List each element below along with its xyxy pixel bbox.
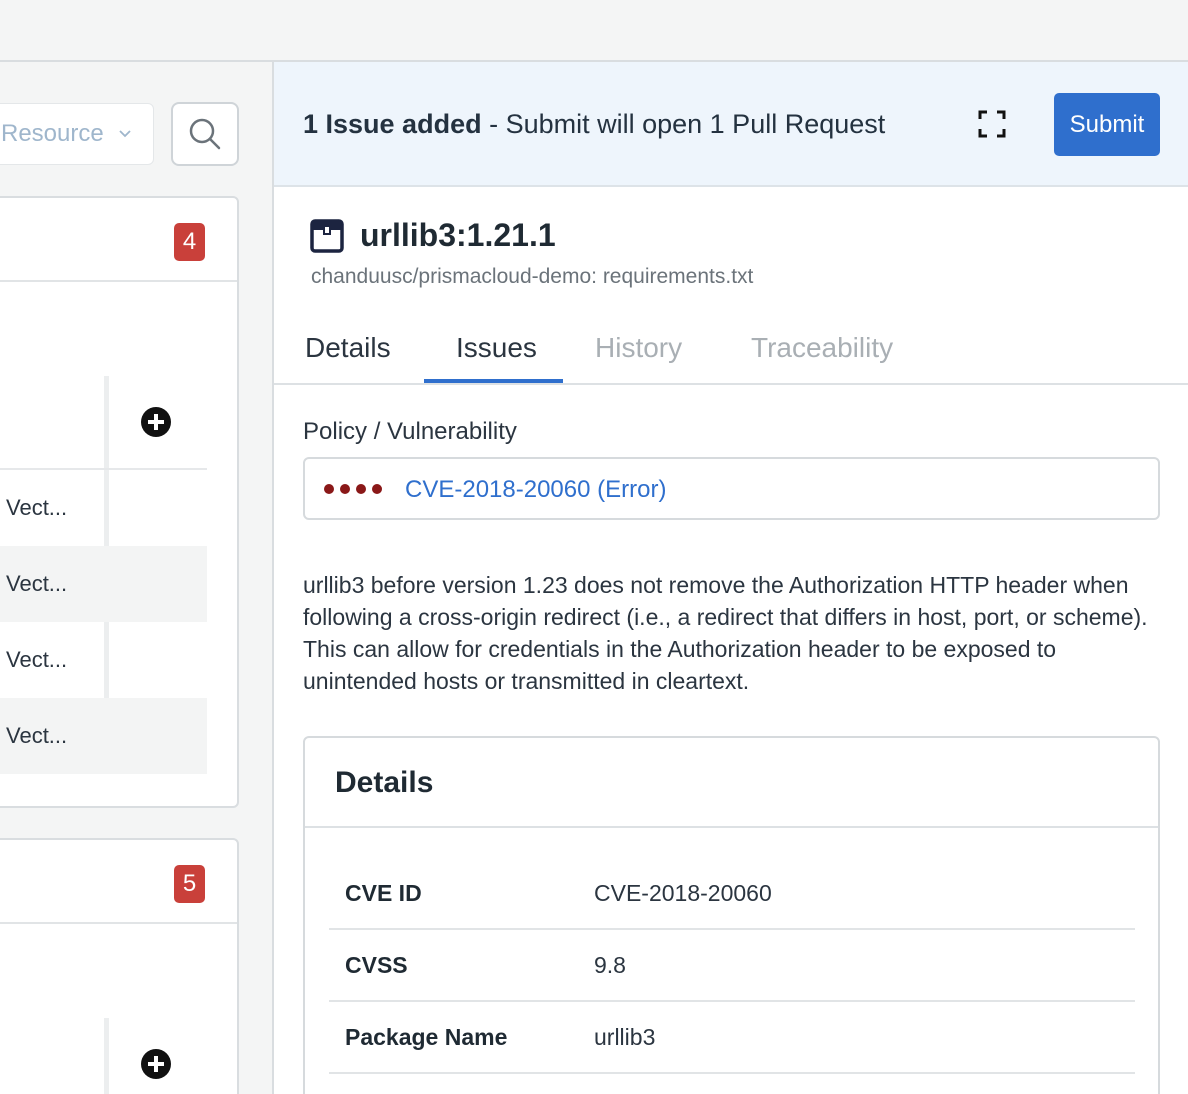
detail-key: CVE ID [345,880,422,906]
severity-dots-icon [324,484,382,494]
cve-link[interactable]: CVE-2018-20060 (Error) [405,476,666,504]
severity-dot [372,484,382,494]
card-header: 5 [0,840,237,924]
search-button[interactable] [171,102,239,166]
row-label: Vect... [6,571,68,596]
package-source: chanduusc/prismacloud-demo: requirements… [311,265,754,288]
fullscreen-icon[interactable] [978,110,1006,138]
banner-rest-text: - Submit will open 1 Pull Request [481,109,886,139]
package-title: urllib3:1.21.1 [360,217,556,253]
table-row[interactable]: Vect... [0,470,207,546]
package-icon [310,219,344,253]
table-row[interactable]: Vect... [0,546,207,622]
resource-filter-dropdown[interactable]: Resource [0,103,154,165]
submit-button[interactable]: Submit [1054,93,1160,156]
details-card-header: Details [305,738,1158,828]
left-panel: Resource 4 Vect... Vect... Vect... Vect.… [0,62,272,1094]
resource-card: 5 [0,838,239,1094]
detail-key: Package Name [345,1024,508,1050]
detail-value: 9.8 [594,952,626,978]
top-bar [0,0,1188,62]
severity-dot [340,484,350,494]
tab-history[interactable]: History [595,332,682,364]
policy-field-label: Policy / Vulnerability [303,418,517,445]
row-label: Vect... [6,647,68,672]
pull-request-banner: 1 Issue added - Submit will open 1 Pull … [274,62,1188,187]
severity-dot [324,484,334,494]
add-circle-icon[interactable] [140,406,172,438]
details-card: Details CVE ID CVE-2018-20060 CVSS 9.8 P… [303,736,1160,1094]
card-header: 4 [0,198,237,282]
issue-count-badge: 4 [174,223,205,261]
row-label: Vect... [6,495,68,520]
vulnerability-description: urllib3 before version 1.23 does not rem… [303,572,1148,694]
resource-card: 4 Vect... Vect... Vect... Vect... [0,196,239,808]
policy-selector[interactable]: CVE-2018-20060 (Error) [303,457,1160,520]
severity-dot [356,484,366,494]
tab-bar: Details Issues History Traceability [274,322,1188,385]
detail-row-cvss: CVSS 9.8 [329,930,1135,1002]
tab-traceability[interactable]: Traceability [751,332,893,364]
issue-count-text: 1 Issue added [303,109,482,139]
table-row[interactable]: Vect... [0,622,207,698]
chevron-down-icon [119,130,131,138]
issue-detail-panel: 1 Issue added - Submit will open 1 Pull … [272,62,1188,1094]
detail-row-package-name: Package Name urllib3 [329,1002,1135,1074]
search-icon [189,118,221,150]
resource-filter-label: Resource [1,120,104,147]
add-circle-icon[interactable] [140,1048,172,1080]
row-label: Vect... [6,723,68,748]
tab-details[interactable]: Details [305,332,391,364]
detail-row-cve-id: CVE ID CVE-2018-20060 [329,858,1135,930]
table-row[interactable]: Vect... [0,698,207,774]
tab-issues[interactable]: Issues [456,332,537,364]
detail-value: urllib3 [594,1024,656,1050]
details-title: Details [335,766,434,799]
detail-key: CVSS [345,952,408,978]
issue-count-badge: 5 [174,865,205,903]
detail-value: CVE-2018-20060 [594,880,772,906]
column-divider [104,1018,109,1094]
active-tab-indicator [424,379,563,383]
banner-message: 1 Issue added - Submit will open 1 Pull … [303,109,885,140]
